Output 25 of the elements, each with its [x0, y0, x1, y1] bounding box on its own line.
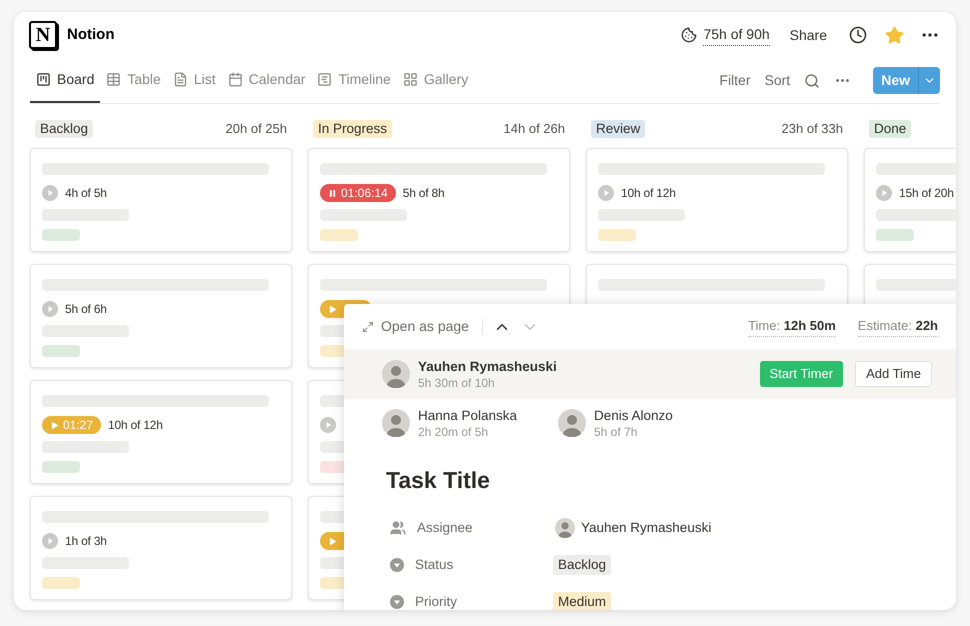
person-time: 5h of 7h [594, 424, 638, 440]
progress-text: 1h of 3h [65, 533, 107, 550]
column-total: 23h of 33h [782, 120, 843, 138]
person-name: Yauhen Rymasheuski [418, 358, 557, 374]
property-label: Priority [415, 592, 458, 610]
column-tag: Backlog [35, 120, 94, 138]
progress-text: 10h of 12h [621, 185, 676, 202]
person-time: 2h 20m of 5h [418, 424, 490, 440]
property-label: Assignee [417, 518, 474, 537]
column-tag: Review [591, 120, 646, 138]
progress-text: 5h of 6h [65, 301, 107, 318]
column-tag: Done [869, 120, 912, 138]
task-title: Task Title [385, 466, 491, 495]
app-title: Notion [67, 24, 114, 45]
person-name: Hanna Polanska [418, 406, 518, 424]
progress-text: 4h of 5h [65, 185, 107, 202]
column-total: 20h of 25h [226, 120, 287, 138]
person-name: Denis Alonzo [594, 406, 673, 424]
column-total: 14h of 26h [504, 120, 565, 138]
person-time: 5h 30m of 10h [418, 374, 496, 390]
progress-text: 10h of 12h [108, 417, 163, 434]
column-tag: In Progress [313, 120, 392, 138]
progress-text: 5h of 8h [402, 185, 444, 202]
property-label: Status [415, 556, 454, 574]
progress-text: 15h of 20h [899, 185, 954, 202]
